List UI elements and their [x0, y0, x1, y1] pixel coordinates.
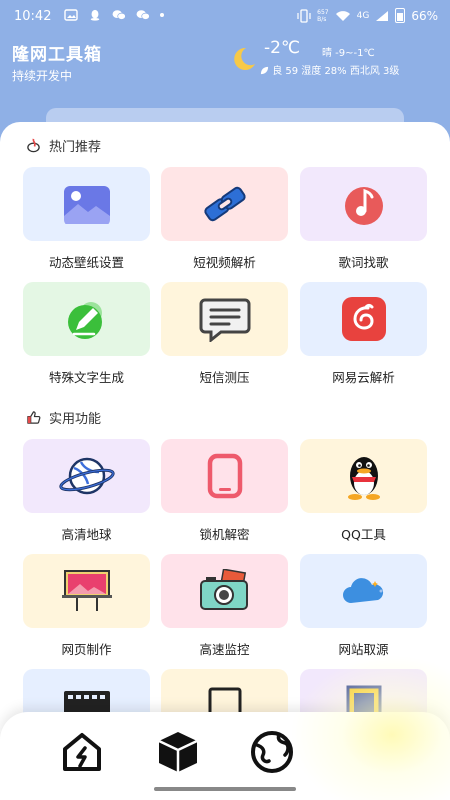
tile-dynamic-wallpaper[interactable] — [23, 167, 150, 241]
tile-label: 特殊文字生成 — [48, 370, 124, 385]
weather-condition: 晴 -9~-1℃ — [322, 48, 375, 59]
tile-label: 高清地球 — [61, 527, 112, 542]
section-title-text: 实用功能 — [49, 412, 102, 427]
nav-home-button[interactable] — [58, 728, 106, 776]
box-icon — [158, 732, 198, 772]
battery-icon — [395, 8, 406, 23]
app-title: 隆网工具箱 — [12, 45, 102, 65]
qq-notification-icon — [90, 9, 100, 21]
main-content-sheet: 热门推荐 动态壁纸设置 短视频解析 歌词找歌 特殊文字生成 短信测压 网易云解析… — [0, 122, 450, 800]
tile-label: 短视频解析 — [193, 255, 256, 270]
phone-icon — [207, 453, 242, 499]
section-title-utilities: 实用功能 — [26, 408, 101, 427]
tile-netease-parse[interactable] — [300, 282, 427, 356]
tile-label: 短信测压 — [199, 370, 250, 385]
net-speed: 657 B/s — [317, 8, 329, 23]
tile-website-source[interactable] — [300, 554, 427, 628]
wechat-notification-icon — [112, 10, 126, 20]
tile-label: 歌词找歌 — [338, 255, 389, 270]
leaf-icon — [260, 66, 269, 75]
tile-lyrics-find-song[interactable] — [300, 167, 427, 241]
tile-label: 网页制作 — [61, 642, 112, 657]
home-indicator[interactable] — [154, 787, 296, 791]
link-icon — [203, 186, 246, 222]
music-icon — [344, 187, 383, 225]
weather-details: 良 59 湿度 28% 西北风 3级 — [260, 62, 399, 77]
tile-sms-test[interactable] — [161, 282, 288, 356]
gallery-notification-icon — [64, 9, 78, 21]
battery-level: 66% — [411, 8, 438, 23]
qq-penguin-icon — [347, 457, 380, 500]
tile-hd-earth[interactable] — [23, 439, 150, 513]
netease-icon — [341, 297, 386, 341]
temperature: -2℃ — [264, 38, 301, 58]
thumbs-up-icon — [27, 411, 41, 424]
moon-icon — [234, 47, 255, 70]
planet-icon — [58, 457, 115, 495]
signal-icon — [376, 10, 389, 21]
fire-icon — [27, 138, 40, 153]
wechat-notification-icon-2 — [136, 10, 150, 20]
app-subtitle: 持续开发中 — [12, 69, 73, 83]
nav-globe-button[interactable] — [248, 728, 296, 776]
cloud-icon — [342, 578, 383, 603]
tile-label: 网站取源 — [338, 642, 389, 657]
tile-label: 高速监控 — [199, 642, 250, 657]
tile-short-video-parse[interactable] — [161, 167, 288, 241]
globe-icon — [251, 731, 293, 773]
tile-label: 网易云解析 — [332, 370, 395, 385]
tile-label: 锁机解密 — [199, 527, 250, 542]
status-bar: 10:42 657 B/s 4G 66% — [0, 0, 450, 34]
camera-icon — [199, 569, 248, 610]
tile-label: 动态壁纸设置 — [48, 255, 124, 270]
nav-box-button[interactable] — [154, 728, 202, 776]
tile-special-text[interactable] — [23, 282, 150, 356]
weather-widget[interactable]: -2℃ 晴 -9~-1℃ 良 59 湿度 28% 西北风 3级 — [224, 38, 444, 84]
pencil-icon — [67, 302, 102, 339]
section-title-text: 热门推荐 — [49, 140, 102, 155]
tile-high-speed-monitor[interactable] — [161, 554, 288, 628]
tile-lock-decrypt[interactable] — [161, 439, 288, 513]
weather-details-text: 良 59 湿度 28% 西北风 3级 — [272, 66, 400, 77]
tile-qq-tools[interactable] — [300, 439, 427, 513]
vibrate-icon — [297, 8, 311, 23]
network-type: 4G — [356, 10, 370, 21]
home-icon — [63, 733, 101, 771]
billboard-icon — [61, 570, 112, 611]
wifi-icon — [335, 10, 350, 21]
wallpaper-icon — [63, 186, 110, 224]
section-title-hot: 热门推荐 — [26, 136, 101, 155]
tile-web-making[interactable] — [23, 554, 150, 628]
status-time: 10:42 — [14, 9, 52, 24]
message-icon — [199, 298, 250, 342]
tile-label: QQ工具 — [341, 527, 386, 542]
more-notifications-dot — [160, 13, 164, 17]
